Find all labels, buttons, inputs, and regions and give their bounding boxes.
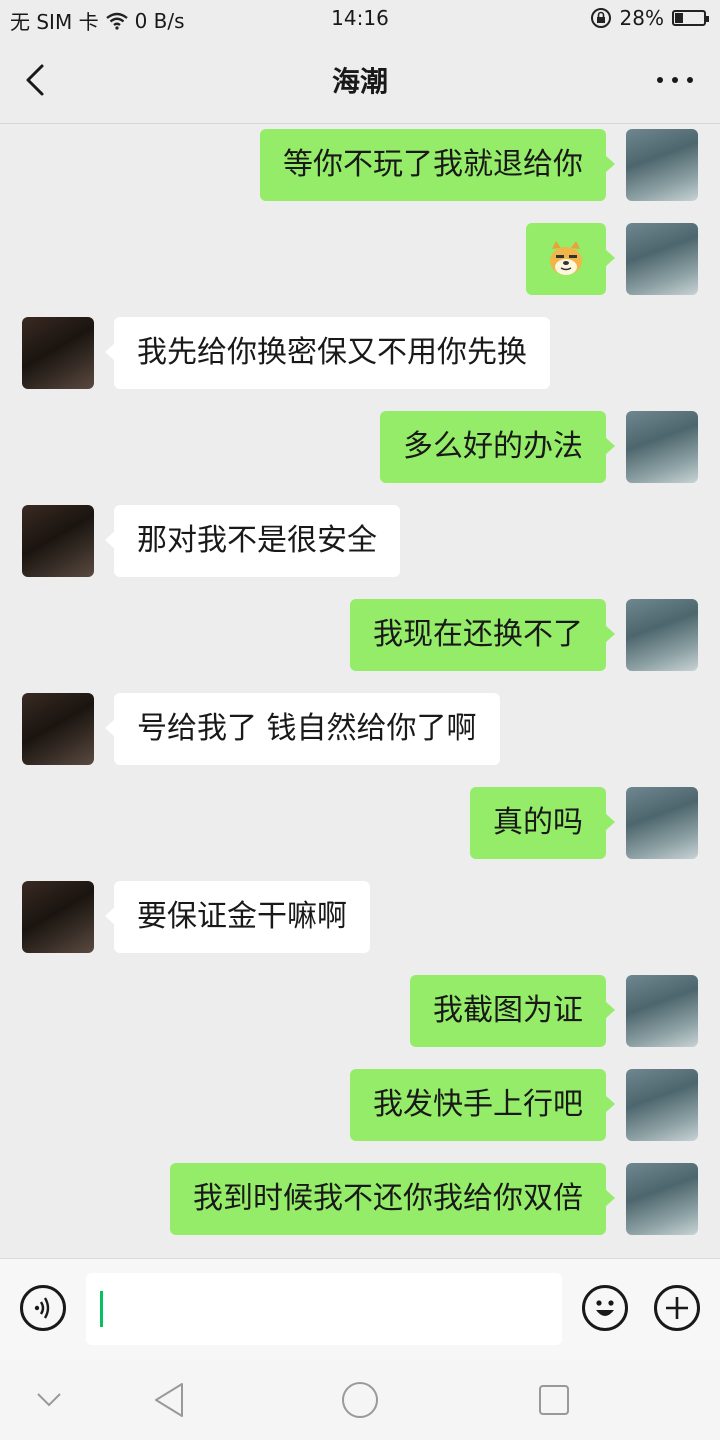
home-nav-icon[interactable]	[340, 1380, 380, 1420]
my-avatar[interactable]	[626, 411, 698, 483]
message-bubble[interactable]: 号给我了 钱自然给你了啊	[105, 693, 500, 765]
system-nav-bar	[0, 1360, 720, 1440]
more-options-icon[interactable]	[650, 60, 700, 100]
message-bubble[interactable]: 我到时候我不还你我给你双倍	[170, 1163, 615, 1235]
message-bubble[interactable]: 那对我不是很安全	[105, 505, 400, 577]
rotation-lock-icon	[590, 8, 611, 28]
recents-nav-icon[interactable]	[537, 1383, 571, 1417]
status-bar: 无 SIM 卡 0 B/s 14:16 28%	[0, 0, 720, 36]
message-bubble[interactable]: 要保证金干嘛啊	[105, 881, 370, 953]
my-avatar[interactable]	[626, 787, 698, 859]
my-avatar[interactable]	[626, 599, 698, 671]
text-cursor	[100, 1291, 103, 1327]
message-bubble[interactable]: 我现在还换不了	[350, 599, 615, 671]
message-list[interactable]: 等你不玩了我就退给你 我先给你换密保又不用你先换 多么好的办法 那对我不是很安全…	[0, 124, 720, 1258]
battery-icon	[672, 10, 709, 26]
sticker-bubble[interactable]	[526, 223, 615, 295]
doge-face-icon	[550, 241, 582, 275]
contact-avatar[interactable]	[22, 317, 94, 389]
my-avatar[interactable]	[626, 1163, 698, 1235]
hide-keyboard-icon[interactable]	[34, 1390, 64, 1410]
contact-avatar[interactable]	[22, 881, 94, 953]
my-avatar[interactable]	[626, 223, 698, 295]
chat-header: 海潮	[0, 36, 720, 124]
emoji-icon[interactable]	[582, 1285, 628, 1331]
my-avatar[interactable]	[626, 129, 698, 201]
battery-percent: 28%	[619, 6, 664, 30]
input-bar	[0, 1258, 720, 1360]
voice-input-icon[interactable]	[20, 1285, 66, 1331]
plus-icon[interactable]	[654, 1285, 700, 1331]
back-nav-icon[interactable]	[150, 1380, 190, 1420]
my-avatar[interactable]	[626, 975, 698, 1047]
message-bubble[interactable]: 真的吗	[470, 787, 615, 859]
message-bubble[interactable]: 我截图为证	[410, 975, 615, 1047]
message-bubble[interactable]: 等你不玩了我就退给你	[260, 129, 615, 201]
message-bubble[interactable]: 我发快手上行吧	[350, 1069, 615, 1141]
contact-avatar[interactable]	[22, 693, 94, 765]
chat-title: 海潮	[331, 65, 388, 98]
message-input[interactable]	[86, 1273, 562, 1345]
my-avatar[interactable]	[626, 1069, 698, 1141]
message-bubble[interactable]: 我先给你换密保又不用你先换	[105, 317, 550, 389]
contact-avatar[interactable]	[22, 505, 94, 577]
message-bubble[interactable]: 多么好的办法	[380, 411, 615, 483]
